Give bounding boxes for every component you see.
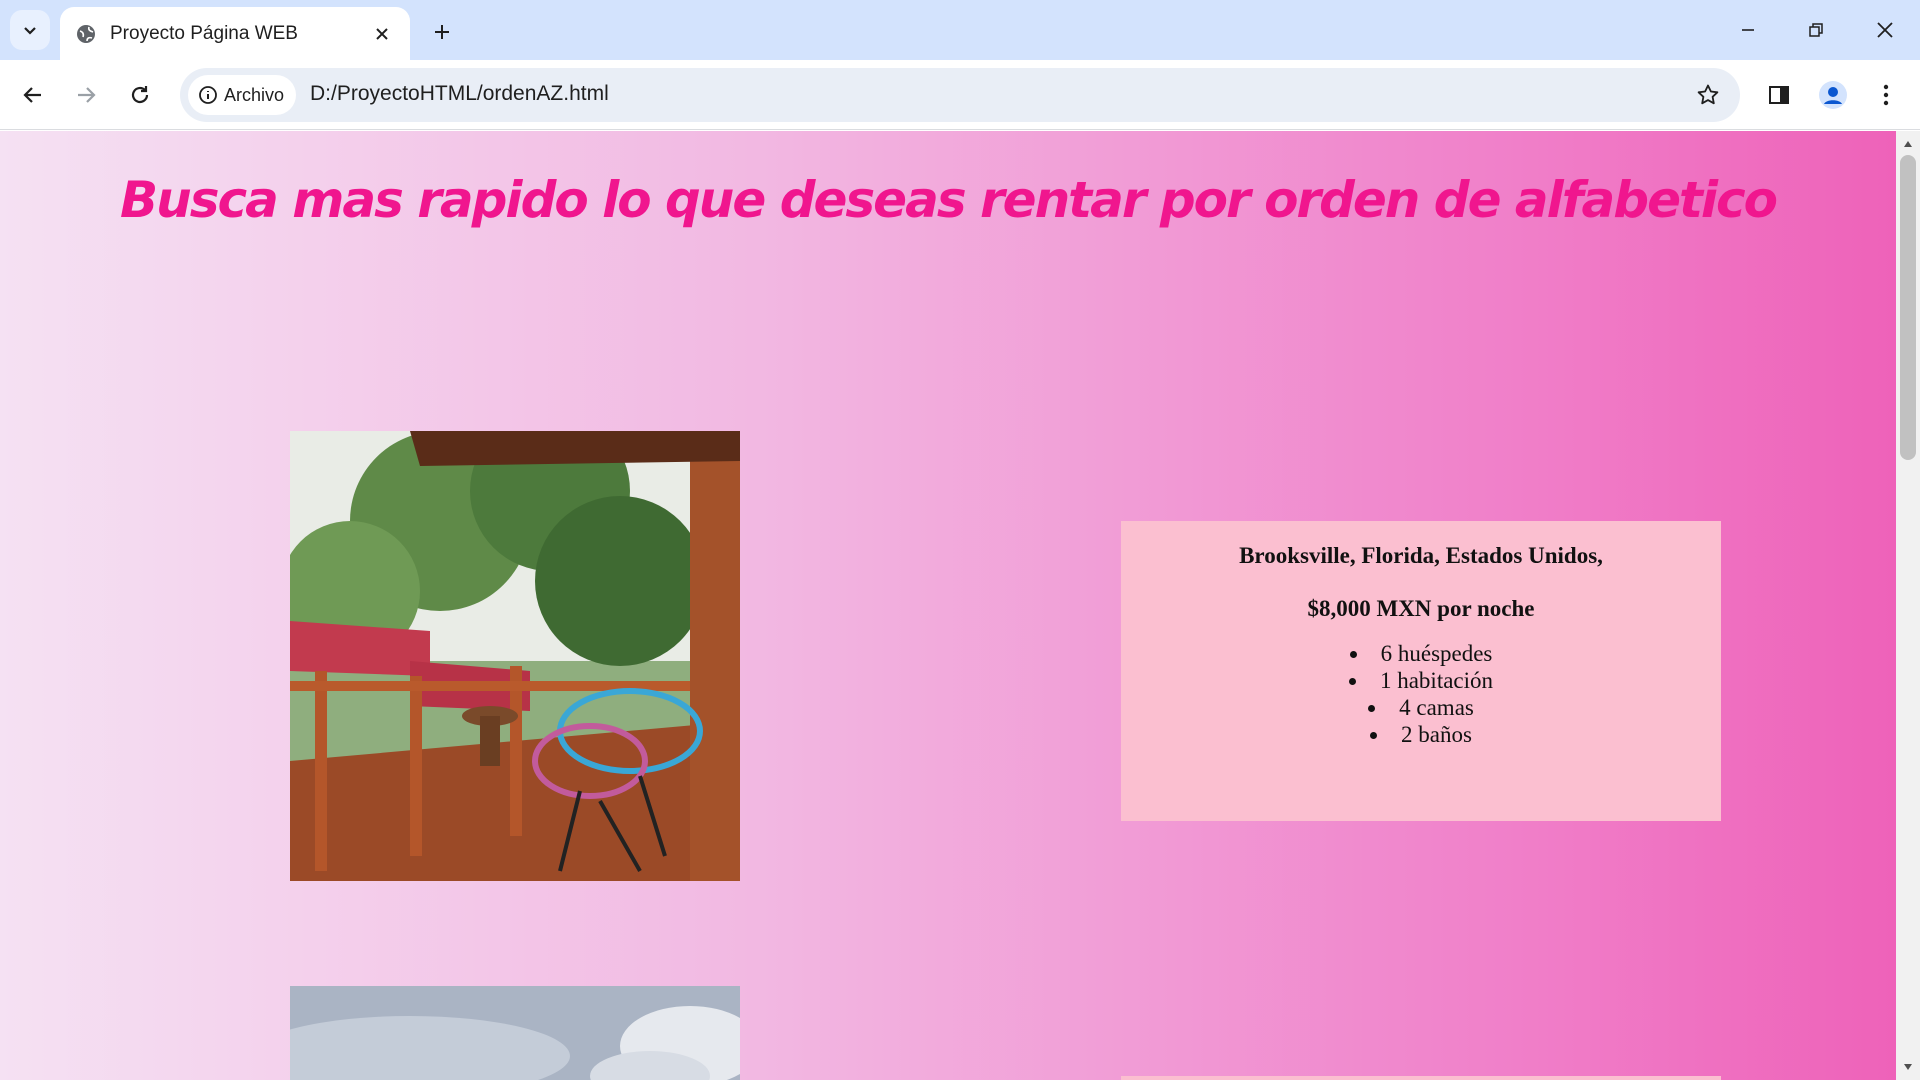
globe-icon [74, 22, 98, 46]
menu-button[interactable] [1864, 73, 1908, 117]
avatar-icon [1819, 81, 1847, 109]
minimize-button[interactable] [1720, 8, 1776, 52]
reload-icon [131, 86, 149, 104]
page-viewport: Busca mas rapido lo que deseas rentar po… [0, 131, 1896, 1080]
listing-photo-2 [290, 986, 740, 1080]
profile-button[interactable] [1811, 73, 1855, 117]
feature-bedrooms: 1 habitación [1121, 667, 1721, 694]
info-icon [199, 86, 217, 104]
listing-location: Brooksville, Florida, Estados Unidos, [1239, 543, 1603, 568]
side-panel-button[interactable] [1757, 73, 1801, 117]
close-tab-icon[interactable] [368, 20, 396, 48]
triangle-up-icon [1904, 141, 1912, 147]
browser-toolbar: Archivo D:/ProyectoHTML/ordenAZ.html [0, 60, 1920, 130]
back-button[interactable] [11, 73, 55, 117]
feature-bathrooms: 2 baños [1121, 721, 1721, 748]
scroll-down-arrow[interactable] [1896, 1058, 1920, 1076]
browser-tab[interactable]: Proyecto Página WEB [60, 7, 410, 60]
restore-button[interactable] [1788, 8, 1844, 52]
chevron-down-icon [24, 27, 36, 35]
feature-beds: 4 camas [1121, 694, 1721, 721]
more-vert-icon [1883, 84, 1889, 106]
tab-search-button[interactable] [10, 10, 50, 50]
plus-icon [435, 25, 449, 39]
listing-features: 6 huéspedes 1 habitación 4 camas 2 baños [1121, 640, 1721, 748]
restore-icon [1809, 23, 1823, 37]
new-tab-button[interactable] [424, 14, 460, 50]
listing-photo [290, 431, 740, 881]
address-bar[interactable]: Archivo D:/ProyectoHTML/ordenAZ.html [180, 68, 1740, 122]
tab-title: Proyecto Página WEB [110, 22, 298, 44]
feature-guests: 6 huéspedes [1121, 640, 1721, 667]
tab-strip: Proyecto Página WEB [0, 0, 1920, 60]
star-icon [1697, 84, 1719, 105]
scroll-up-arrow[interactable] [1896, 135, 1920, 153]
page-scrollbar[interactable] [1896, 131, 1920, 1080]
listing-card-2 [1121, 1076, 1721, 1080]
minimize-icon [1742, 29, 1754, 31]
side-panel-icon [1769, 86, 1789, 104]
triangle-down-icon [1904, 1064, 1912, 1070]
site-info-chip[interactable]: Archivo [188, 75, 297, 115]
arrow-right-icon [78, 87, 96, 103]
reload-button[interactable] [118, 73, 162, 117]
bookmark-star-button[interactable] [1690, 77, 1726, 113]
close-window-button[interactable] [1857, 8, 1913, 52]
listing-card: Brooksville, Florida, Estados Unidos, $8… [1121, 521, 1721, 821]
listing-price: $8,000 MXN por noche [1307, 596, 1535, 621]
close-icon [1877, 22, 1893, 38]
arrow-left-icon [23, 87, 41, 103]
page-heading: Busca mas rapido lo que deseas rentar po… [119, 171, 1778, 229]
scrollbar-thumb[interactable] [1900, 155, 1916, 460]
forward-button[interactable] [64, 73, 108, 117]
url-text[interactable]: D:/ProyectoHTML/ordenAZ.html [310, 82, 609, 106]
site-info-label: Archivo [224, 84, 285, 105]
